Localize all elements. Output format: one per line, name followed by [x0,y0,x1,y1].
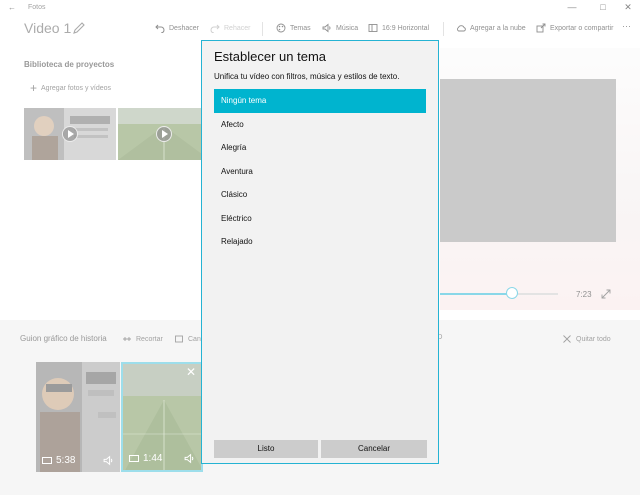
dialog-subtitle: Unifica tu vídeo con filtros, música y e… [214,72,400,81]
theme-list: Ningún tema Afecto Alegría Aventura Clásico E… [214,89,426,254]
done-button[interactable]: Listo [214,440,318,458]
theme-option[interactable]: Ningún tema [214,89,426,113]
theme-option[interactable]: Eléctrico [214,207,426,231]
theme-option[interactable]: Clásico [214,183,426,207]
theme-option[interactable]: Afecto [214,113,426,137]
theme-option[interactable]: Aventura [214,160,426,184]
dialog-title: Establecer un tema [214,49,327,64]
theme-option[interactable]: Alegría [214,136,426,160]
theme-dialog: Establecer un tema Unifica tu vídeo con … [201,40,439,464]
cancel-button[interactable]: Cancelar [321,440,427,458]
theme-option[interactable]: Relajado [214,230,426,254]
